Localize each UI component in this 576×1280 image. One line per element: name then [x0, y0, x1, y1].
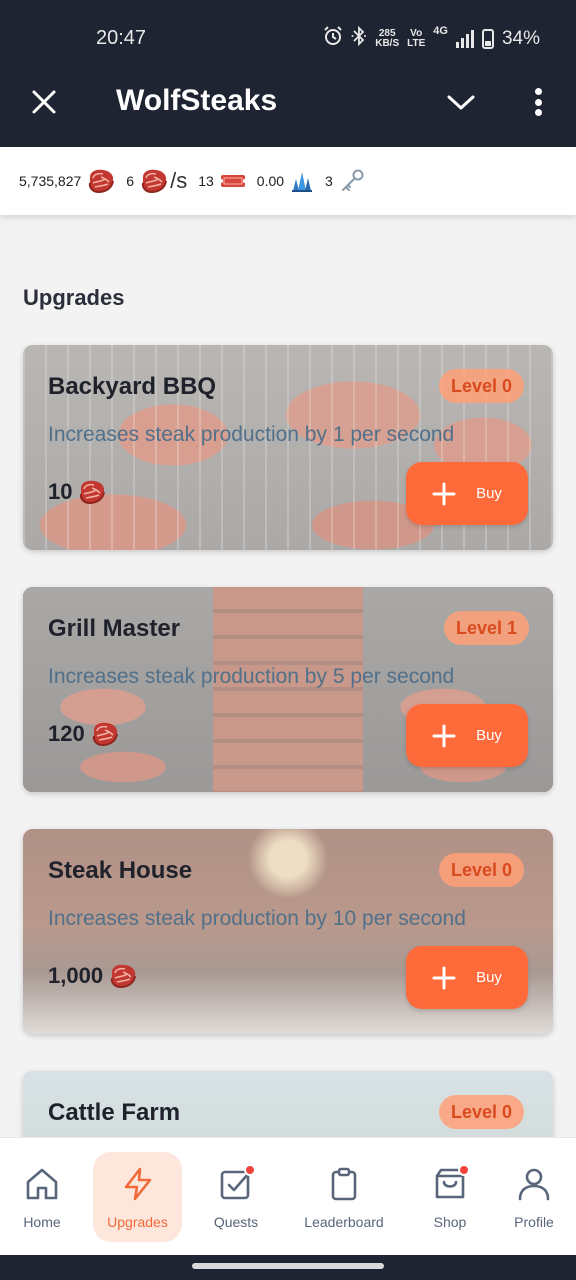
- nav-leaderboard[interactable]: Leaderboard: [296, 1152, 392, 1242]
- key-count: 3: [325, 173, 333, 189]
- volte-indicator: Vo LTE: [407, 29, 425, 49]
- battery-level: 34%: [501, 28, 540, 49]
- user-icon: [514, 1164, 554, 1204]
- system-gesture-bar: [0, 1255, 576, 1280]
- more-menu-button[interactable]: [523, 84, 553, 120]
- key-balance: 3: [325, 169, 365, 193]
- crystal-icon: [292, 172, 313, 192]
- upgrade-card-grill-master: Grill Master Level 1 Increases steak pro…: [23, 587, 553, 792]
- price-value: 120: [48, 721, 85, 746]
- top-bar: 20:47 285 KB/S Vo LTE 4G 34% WolfSteaks: [0, 0, 576, 147]
- price-value: 1,000: [48, 963, 104, 988]
- buy-label: Buy: [476, 969, 502, 986]
- home-icon: [22, 1164, 62, 1204]
- plus-icon: [432, 966, 456, 989]
- price-value: 10: [48, 479, 73, 504]
- bolt-icon: [118, 1164, 158, 1204]
- nav-label: Profile: [514, 1214, 554, 1230]
- alarm-icon: [323, 26, 343, 52]
- status-icons: 285 KB/S Vo LTE 4G 34%: [323, 26, 540, 52]
- steak-count: 5,735,827: [19, 173, 82, 189]
- upgrade-name: Cattle Farm: [48, 1099, 181, 1126]
- buy-button[interactable]: Buy: [406, 704, 528, 767]
- battery-icon: [481, 29, 494, 49]
- nav-home[interactable]: Home: [8, 1152, 76, 1242]
- upgrade-description: Increases steak production by 10 per sec…: [48, 907, 466, 930]
- signal-icon: [455, 30, 474, 48]
- app-title: WolfSteaks: [116, 84, 278, 117]
- level-badge: Level 0: [439, 1095, 525, 1129]
- resource-bar: 5,735,827 6 /s 13 0.00 3: [0, 147, 576, 215]
- network-type: 4G: [433, 25, 448, 37]
- steak-icon: [78, 479, 106, 505]
- net-speed-unit: KB/S: [375, 38, 400, 49]
- bluetooth-icon: [351, 25, 367, 52]
- notification-badge: [244, 1164, 256, 1176]
- collapse-button[interactable]: [443, 86, 479, 118]
- plus-icon: [432, 724, 456, 747]
- upgrade-price: 1,000: [48, 963, 137, 989]
- upgrade-name: Grill Master: [48, 615, 181, 642]
- ticket-balance: 13: [198, 172, 246, 190]
- app-bar: WolfSteaks: [0, 78, 576, 147]
- shopping-bag-icon: [430, 1164, 470, 1204]
- steak-rate: 6 /s: [126, 168, 187, 194]
- steak-icon: [109, 963, 137, 989]
- section-title: Upgrades: [23, 285, 125, 310]
- rate-unit: /s: [170, 168, 188, 193]
- key-icon: [341, 169, 364, 191]
- nav-label: Shop: [433, 1214, 467, 1230]
- rate-value: 6: [126, 173, 135, 189]
- more-dot: [534, 109, 542, 116]
- nav-label: Upgrades: [107, 1214, 168, 1230]
- quests-icon: [216, 1164, 256, 1204]
- upgrade-name: Steak House: [48, 857, 193, 884]
- ticket-count: 13: [198, 173, 214, 189]
- chevron-down-icon: [447, 95, 475, 110]
- buy-label: Buy: [476, 727, 502, 744]
- status-bar: 20:47 285 KB/S Vo LTE 4G 34%: [0, 0, 576, 78]
- nav-label: Quests: [213, 1214, 259, 1230]
- more-dot: [534, 98, 542, 106]
- crystal-count: 0.00: [256, 173, 285, 189]
- level-badge: Level 1: [444, 611, 530, 645]
- upgrade-price: 10: [48, 479, 106, 505]
- plus-icon: [432, 482, 456, 505]
- status-time: 20:47: [96, 27, 147, 49]
- nav-profile[interactable]: Profile: [500, 1152, 568, 1242]
- steak-icon: [91, 721, 119, 747]
- nav-upgrades[interactable]: Upgrades: [93, 1152, 182, 1242]
- buy-button[interactable]: Buy: [406, 946, 528, 1009]
- nav-label: Leaderboard: [304, 1214, 384, 1230]
- volte-bottom: LTE: [407, 38, 426, 49]
- nav-shop[interactable]: Shop: [416, 1152, 484, 1242]
- buy-label: Buy: [476, 485, 502, 502]
- close-icon: [32, 90, 56, 114]
- upgrade-price: 120: [48, 721, 119, 747]
- ticket-icon: [219, 175, 246, 187]
- nav-label: Home: [23, 1214, 61, 1230]
- steak-icon: [140, 168, 168, 194]
- notification-badge: [458, 1164, 470, 1176]
- buy-button[interactable]: Buy: [406, 462, 528, 525]
- upgrade-description: Increases steak production by 1 per seco…: [48, 423, 455, 446]
- home-gesture-handle[interactable]: [192, 1263, 384, 1269]
- net-speed: 285 KB/S: [375, 29, 399, 49]
- upgrade-card-backyard-bbq: Backyard BBQ Level 0 Increases steak pro…: [23, 345, 553, 550]
- bottom-navigation: Home Upgrades Quests Leaderboard Shop Pr…: [0, 1137, 576, 1255]
- nav-quests[interactable]: Quests: [202, 1152, 270, 1242]
- more-dot: [534, 88, 542, 95]
- steak-icon: [87, 168, 115, 194]
- steak-balance: 5,735,827: [19, 168, 115, 194]
- upgrade-description: Increases steak production by 5 per seco…: [48, 665, 455, 688]
- clipboard-icon: [324, 1164, 364, 1204]
- upgrade-card-steak-house: Steak House Level 0 Increases steak prod…: [23, 829, 553, 1034]
- close-button[interactable]: [26, 84, 62, 120]
- upgrade-name: Backyard BBQ: [48, 373, 217, 400]
- level-badge: Level 0: [439, 369, 525, 403]
- crystal-balance: 0.00: [257, 169, 314, 193]
- level-badge: Level 0: [439, 853, 525, 887]
